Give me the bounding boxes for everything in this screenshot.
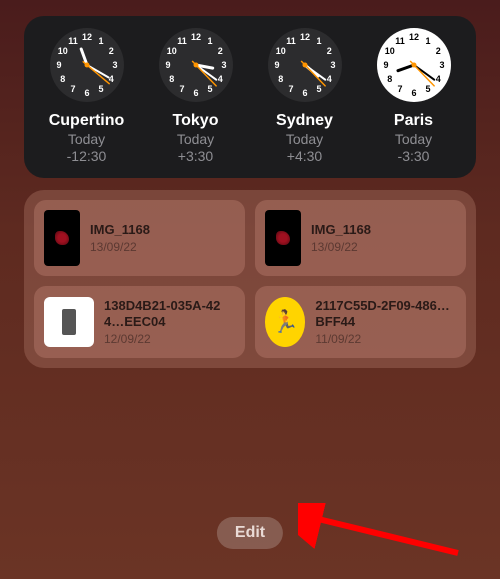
file-card[interactable]: IMG_1168 13/09/22 — [255, 200, 466, 276]
city-name: Paris — [394, 112, 433, 130]
svg-text:12: 12 — [81, 32, 91, 42]
svg-text:3: 3 — [221, 60, 226, 70]
svg-text:8: 8 — [169, 74, 174, 84]
svg-text:12: 12 — [408, 32, 418, 42]
svg-text:7: 7 — [397, 84, 402, 94]
svg-text:2: 2 — [435, 46, 440, 56]
svg-text:5: 5 — [425, 84, 430, 94]
clock-sydney[interactable]: 123456789101112 Sydney Today +4:30 — [250, 28, 359, 164]
svg-text:5: 5 — [98, 84, 103, 94]
svg-text:5: 5 — [316, 84, 321, 94]
svg-text:8: 8 — [60, 74, 65, 84]
file-date: 13/09/22 — [311, 240, 371, 254]
svg-text:9: 9 — [383, 60, 388, 70]
clock-face-icon: 123456789101112 — [50, 28, 124, 102]
city-name: Tokyo — [173, 112, 219, 130]
file-name: IMG_1168 — [90, 222, 150, 238]
file-card[interactable]: 🏃 2117C55D-2F09-486…BFF44 11/09/22 — [255, 286, 466, 358]
clock-cupertino[interactable]: 123456789101112 Cupertino Today -12:30 — [32, 28, 141, 164]
svg-text:3: 3 — [112, 60, 117, 70]
clock-face-icon: 123456789101112 — [377, 28, 451, 102]
svg-text:4: 4 — [217, 74, 222, 84]
file-date: 12/09/22 — [104, 332, 235, 346]
city-day: Today — [286, 131, 323, 147]
svg-text:9: 9 — [56, 60, 61, 70]
svg-text:12: 12 — [299, 32, 309, 42]
city-day: Today — [177, 131, 214, 147]
svg-text:11: 11 — [177, 36, 187, 46]
svg-text:6: 6 — [302, 88, 307, 98]
city-day: Today — [395, 131, 432, 147]
svg-text:5: 5 — [207, 84, 212, 94]
svg-text:11: 11 — [395, 36, 405, 46]
file-thumbnail-icon — [44, 297, 94, 347]
clock-face-icon: 123456789101112 — [159, 28, 233, 102]
city-name: Cupertino — [49, 112, 125, 130]
svg-text:10: 10 — [275, 46, 285, 56]
world-clock-widget[interactable]: 123456789101112 Cupertino Today -12:30 1… — [24, 16, 476, 178]
file-thumbnail-icon — [265, 210, 301, 266]
file-date: 13/09/22 — [90, 240, 150, 254]
svg-text:6: 6 — [193, 88, 198, 98]
svg-text:2: 2 — [108, 46, 113, 56]
city-offset: -12:30 — [67, 148, 107, 164]
svg-text:10: 10 — [166, 46, 176, 56]
file-thumbnail-icon: 🏃 — [265, 297, 305, 347]
file-card[interactable]: 138D4B21-035A-424…EEC04 12/09/22 — [34, 286, 245, 358]
svg-text:12: 12 — [190, 32, 200, 42]
svg-text:6: 6 — [411, 88, 416, 98]
svg-text:1: 1 — [316, 36, 321, 46]
files-widget[interactable]: IMG_1168 13/09/22 IMG_1168 13/09/22 138D… — [24, 190, 476, 368]
svg-text:10: 10 — [57, 46, 67, 56]
svg-text:10: 10 — [384, 46, 394, 56]
city-day: Today — [68, 131, 105, 147]
file-date: 11/09/22 — [315, 332, 456, 346]
city-offset: -3:30 — [398, 148, 430, 164]
clock-tokyo[interactable]: 123456789101112 Tokyo Today +3:30 — [141, 28, 250, 164]
svg-text:8: 8 — [387, 74, 392, 84]
svg-text:7: 7 — [288, 84, 293, 94]
svg-text:1: 1 — [98, 36, 103, 46]
svg-text:3: 3 — [330, 60, 335, 70]
city-name: Sydney — [276, 112, 333, 130]
svg-text:2: 2 — [217, 46, 222, 56]
svg-text:11: 11 — [68, 36, 78, 46]
svg-text:4: 4 — [108, 74, 113, 84]
svg-text:11: 11 — [286, 36, 296, 46]
svg-text:4: 4 — [435, 74, 440, 84]
file-card[interactable]: IMG_1168 13/09/22 — [34, 200, 245, 276]
svg-text:4: 4 — [326, 74, 331, 84]
file-thumbnail-icon — [44, 210, 80, 266]
clock-paris[interactable]: 123456789101112 Paris Today -3:30 — [359, 28, 468, 164]
city-offset: +4:30 — [287, 148, 322, 164]
clock-face-icon: 123456789101112 — [268, 28, 342, 102]
svg-text:1: 1 — [425, 36, 430, 46]
svg-text:1: 1 — [207, 36, 212, 46]
city-offset: +3:30 — [178, 148, 213, 164]
edit-button[interactable]: Edit — [217, 517, 283, 549]
svg-text:8: 8 — [278, 74, 283, 84]
file-name: IMG_1168 — [311, 222, 371, 238]
file-name: 138D4B21-035A-424…EEC04 — [104, 298, 235, 331]
arrow-annotation-icon — [298, 503, 468, 563]
svg-text:2: 2 — [326, 46, 331, 56]
svg-text:7: 7 — [70, 84, 75, 94]
file-name: 2117C55D-2F09-486…BFF44 — [315, 298, 456, 331]
svg-text:9: 9 — [165, 60, 170, 70]
svg-text:6: 6 — [84, 88, 89, 98]
svg-text:3: 3 — [439, 60, 444, 70]
svg-text:9: 9 — [274, 60, 279, 70]
svg-text:7: 7 — [179, 84, 184, 94]
